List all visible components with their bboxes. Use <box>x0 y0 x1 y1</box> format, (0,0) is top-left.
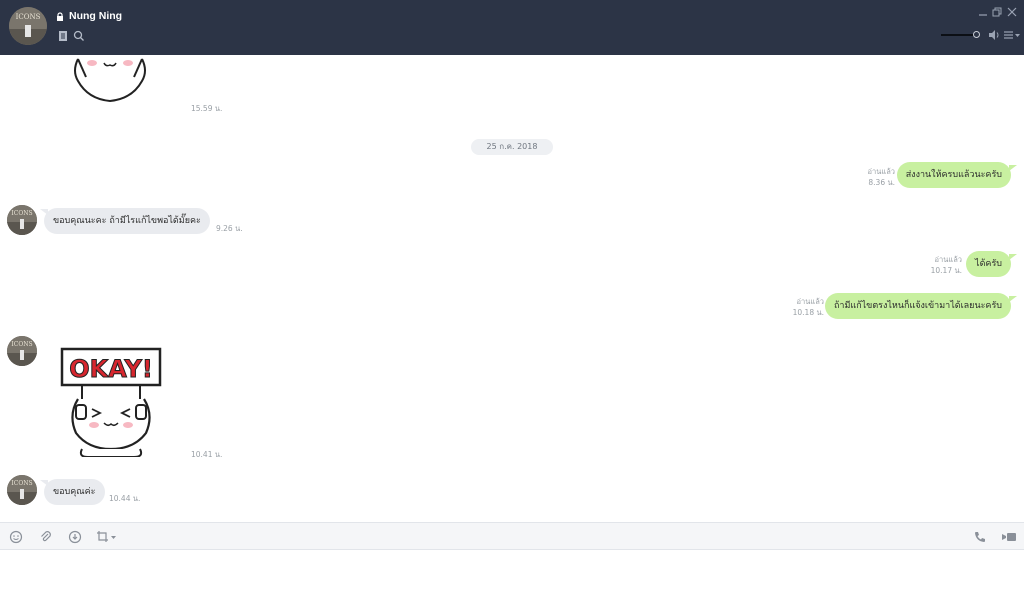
avatar-logo-text: ICONS <box>11 210 32 217</box>
outgoing-message[interactable]: ได้ครับ <box>966 251 1011 277</box>
incoming-message[interactable]: ขอบคุณค่ะ <box>44 479 105 505</box>
read-receipt: อ่านแล้ว <box>796 297 824 306</box>
input-toolbar <box>0 522 1024 550</box>
minimize-icon[interactable] <box>977 6 989 18</box>
read-receipt: อ่านแล้ว <box>934 255 962 264</box>
volume-slider[interactable] <box>941 34 977 36</box>
okay-sticker[interactable]: OKAY! <box>58 345 164 457</box>
restore-icon[interactable] <box>991 6 1003 18</box>
lock-icon <box>57 12 63 21</box>
message-time: 15.59 น. <box>191 104 223 113</box>
message-list[interactable]: 15.59 น. 25 ก.ค. 2018 อ่านแล้ว 8.36 น. ส… <box>0 55 1024 522</box>
menu-icon[interactable] <box>1003 29 1021 41</box>
contact-avatar-small[interactable]: ICONS <box>7 475 37 505</box>
sticker-message[interactable] <box>68 55 154 111</box>
sticker-caption: OKAY! <box>69 355 153 383</box>
video-icon[interactable] <box>1001 530 1017 544</box>
message-time: 10.17 น. <box>930 266 962 275</box>
volume-slider-handle[interactable] <box>973 31 980 38</box>
screenshot-icon[interactable] <box>96 530 118 544</box>
date-separator: 25 ก.ค. 2018 <box>471 139 553 155</box>
chat-window: ICONS Nung Ning 15.59 น. 25 ก.ค. 2018 อ่… <box>0 0 1024 608</box>
close-icon[interactable] <box>1006 6 1018 18</box>
contact-name: Nung Ning <box>69 10 123 22</box>
read-receipt: อ่านแล้ว <box>867 167 895 176</box>
message-time: 10.18 น. <box>792 308 824 317</box>
volume-icon[interactable] <box>988 29 1000 41</box>
contact-avatar-small[interactable]: ICONS <box>7 205 37 235</box>
message-time: 10.41 น. <box>191 450 223 459</box>
save-icon[interactable] <box>68 530 82 544</box>
call-icon[interactable] <box>973 530 987 544</box>
attach-icon[interactable] <box>39 530 53 544</box>
incoming-message[interactable]: ขอบคุณนะคะ ถ้ามีไรแก้ไขพอได้มั๊ยคะ <box>44 208 210 234</box>
contact-avatar[interactable]: ICONS <box>9 7 47 45</box>
message-time: 10.44 น. <box>109 494 141 503</box>
avatar-logo-text: ICONS <box>16 13 41 21</box>
chat-header: ICONS Nung Ning <box>0 0 1024 55</box>
avatar-logo-text: ICONS <box>11 341 32 348</box>
outgoing-message[interactable]: ถ้ามีแก้ไขตรงไหนก็แจ้งเข้ามาได้เลยนะครับ <box>824 293 1011 319</box>
message-time: 9.26 น. <box>216 224 243 233</box>
outgoing-message[interactable]: ส่งงานให้ครบแล้วนะครับ <box>896 162 1011 188</box>
contact-avatar-small[interactable]: ICONS <box>7 336 37 366</box>
emoji-icon[interactable] <box>9 530 23 544</box>
bubble-tail <box>1009 296 1017 302</box>
bubble-tail <box>1009 254 1017 260</box>
notes-icon[interactable] <box>57 30 69 42</box>
bubble-tail <box>1009 165 1017 171</box>
avatar-logo-text: ICONS <box>11 480 32 487</box>
message-input[interactable] <box>0 550 1024 608</box>
search-icon[interactable] <box>73 30 85 42</box>
message-time: 8.36 น. <box>868 178 895 187</box>
